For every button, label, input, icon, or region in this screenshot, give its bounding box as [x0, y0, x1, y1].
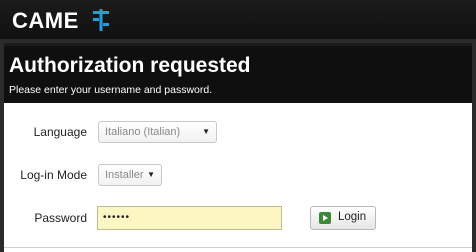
- language-label: Language: [33, 125, 87, 139]
- password-input[interactable]: ••••••: [97, 206, 282, 230]
- top-bar: CAME: [0, 0, 476, 39]
- password-label: Password: [34, 211, 87, 225]
- login-button[interactable]: Login: [310, 206, 376, 230]
- password-row: Password •••••• Login: [4, 204, 472, 234]
- dropdown-arrow-icon: ▼: [202, 127, 210, 136]
- language-row: Language Italiano (Italian) ▼: [4, 118, 472, 148]
- came-logo-icon: [93, 9, 109, 31]
- login-mode-select[interactable]: Installer ▼: [98, 164, 162, 186]
- language-select-value: Italiano (Italian): [105, 126, 181, 138]
- language-select[interactable]: Italiano (Italian) ▼: [98, 121, 217, 143]
- dropdown-arrow-icon: ▼: [147, 170, 155, 179]
- brand-logo-text: CAME: [12, 8, 79, 33]
- login-panel: Authorization requested Please enter you…: [4, 43, 472, 252]
- page-subtitle: Please enter your username and password.: [9, 84, 213, 96]
- login-mode-label: Log-in Mode: [20, 168, 87, 182]
- login-button-label: Login: [338, 211, 367, 223]
- page-title: Authorization requested: [9, 54, 251, 77]
- login-mode-select-value: Installer: [105, 169, 144, 181]
- auth-header: Authorization requested Please enter you…: [4, 46, 472, 103]
- login-mode-row: Log-in Mode Installer ▼: [4, 161, 472, 191]
- login-arrow-icon: [319, 212, 331, 224]
- divider: [4, 247, 472, 248]
